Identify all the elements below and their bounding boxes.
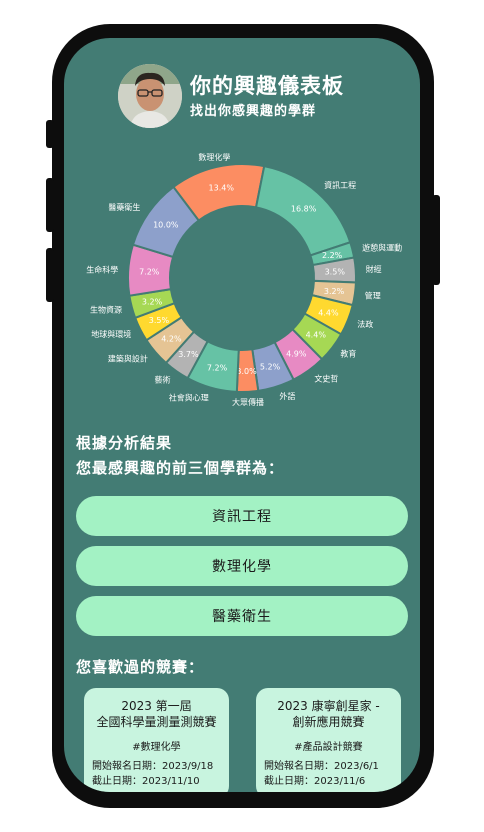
- slice-value-label: 7.2%: [207, 364, 228, 373]
- competition-title-line2: 創新應用競賽: [292, 715, 365, 729]
- slice-category-label: 文史哲: [314, 374, 338, 384]
- side-button-mute: [46, 120, 54, 148]
- competitions-heading: 您喜歡過的競賽：: [76, 658, 205, 676]
- slice-category-label: 生物資源: [90, 304, 122, 314]
- competition-title-line1: 2023 康寧創星家 -: [277, 699, 380, 713]
- competition-card[interactable]: 2023 康寧創星家 - 創新應用競賽 #產品設計競賽 開始報名日期：2023/…: [256, 688, 401, 792]
- slice-category-label: 地球與環境: [91, 329, 131, 339]
- side-button-volume-up: [46, 178, 54, 232]
- competition-end-date: 截止日期：2023/11/6: [264, 776, 366, 787]
- interest-donut-chart: 13.4% 數理化學 16.8% 資訊工程 2.2% 遊憩與運動 3.5% 財經 3.2% 管理 4…: [86, 152, 402, 407]
- competition-title-line1: 2023 第一屆: [121, 699, 192, 713]
- slice-value-label: 3.2%: [324, 287, 345, 296]
- top3-button[interactable]: 醫藥衛生: [76, 596, 408, 636]
- avatar: [118, 64, 182, 128]
- slice-category-label: 生命科學: [86, 264, 118, 274]
- competition-end-date: 截止日期：2023/11/10: [92, 776, 200, 787]
- competition-start-date: 開始報名日期：2023/9/18: [92, 761, 214, 772]
- slice-category-label: 遊憩與運動: [362, 242, 402, 252]
- slice-value-label: 13.4%: [209, 183, 235, 192]
- slice-value-label: 4.4%: [318, 308, 339, 317]
- slice-value-label: 3.7%: [178, 350, 199, 359]
- slice-category-label: 教育: [340, 349, 356, 359]
- slice-value-label: 4.9%: [286, 349, 307, 358]
- slice-category-label: 法政: [357, 319, 373, 329]
- side-button-power: [432, 195, 440, 285]
- slice-category-label: 醫藥衛生: [108, 202, 140, 212]
- slice-value-label: 3.0%: [236, 367, 257, 376]
- app-screen: 你的興趣儀表板 找出你感興趣的學群 13.4% 數理化學 16.8% 資訊工程 2.2%…: [64, 38, 420, 792]
- top2-button[interactable]: 數理化學: [76, 546, 408, 586]
- slice-value-label: 4.4%: [306, 331, 327, 340]
- slice-category-label: 社會與心理: [169, 392, 209, 402]
- slice-value-label: 4.2%: [161, 335, 182, 344]
- page-subtitle: 找出你感興趣的學群: [190, 104, 317, 119]
- slice-value-label: 5.2%: [260, 363, 281, 372]
- slice-category-label: 藝術: [155, 374, 171, 384]
- slice-category-label: 建築與設計: [108, 354, 148, 364]
- slice-value-label: 16.8%: [291, 204, 317, 213]
- page-title: 你的興趣儀表板: [190, 74, 344, 98]
- top1-button[interactable]: 資訊工程: [76, 496, 408, 536]
- slice-value-label: 3.5%: [149, 316, 170, 325]
- slice-category-label: 大眾傳播: [232, 397, 264, 407]
- side-button-volume-down: [46, 248, 54, 302]
- slice-value-label: 2.2%: [322, 251, 343, 260]
- competition-card[interactable]: 2023 第一屆 全國科學量測量測競賽 #數理化學 開始報名日期：2023/9/…: [84, 688, 229, 792]
- slice-category-label: 管理: [365, 290, 381, 300]
- slice-value-label: 3.5%: [325, 267, 346, 276]
- slice-category-label: 財經: [366, 264, 382, 274]
- slice-category-label: 數理化學: [198, 152, 230, 162]
- slice-category-label: 外語: [279, 391, 295, 401]
- competition-tag: #產品設計競賽: [294, 742, 363, 753]
- competition-title-line2: 全國科學量測量測競賽: [96, 715, 217, 729]
- slice-category-label: 資訊工程: [324, 180, 356, 190]
- competition-start-date: 開始報名日期：2023/6/1: [264, 761, 379, 772]
- slice-value-label: 7.2%: [139, 267, 160, 276]
- competition-tag: #數理化學: [132, 742, 181, 753]
- top3-heading: 您最感興趣的前三個學群為：: [76, 459, 285, 477]
- slice-value-label: 10.0%: [153, 221, 179, 230]
- slice-value-label: 3.2%: [142, 298, 163, 307]
- result-heading: 根據分析結果: [76, 434, 173, 452]
